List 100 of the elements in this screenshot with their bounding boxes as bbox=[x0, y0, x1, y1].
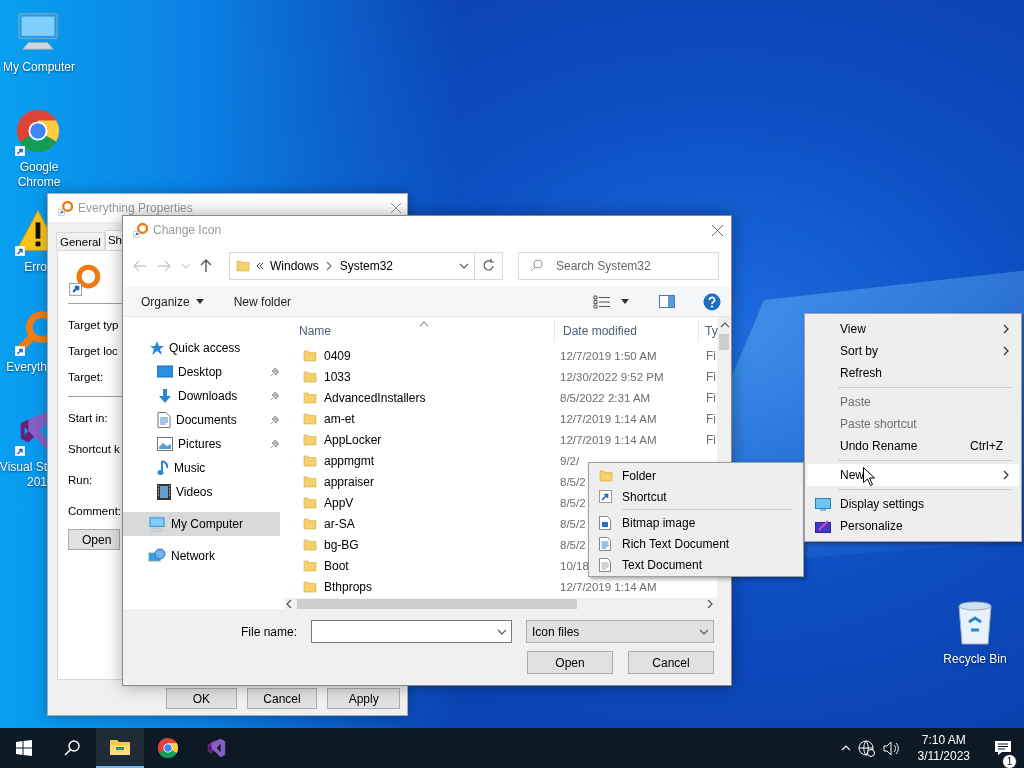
document-icon bbox=[157, 412, 171, 428]
view-options-icon[interactable] bbox=[593, 294, 611, 309]
folder-icon bbox=[599, 468, 613, 483]
app-icon bbox=[133, 222, 149, 238]
close-icon[interactable] bbox=[391, 203, 401, 213]
tab[interactable]: General bbox=[56, 232, 105, 250]
horizontal-scrollbar[interactable] bbox=[285, 598, 731, 609]
shortcut-icon bbox=[599, 490, 612, 503]
search-field[interactable]: Search System32 bbox=[518, 251, 719, 280]
clock[interactable]: 7:10 AM 3/11/2023 bbox=[917, 732, 970, 764]
address-bar[interactable]: Windows System32 bbox=[229, 251, 475, 280]
breadcrumb[interactable]: System32 bbox=[339, 258, 394, 273]
menu-item[interactable]: Shortcut bbox=[591, 486, 801, 507]
file-name[interactable]: 1033 bbox=[324, 369, 351, 384]
music-note-icon bbox=[157, 460, 169, 476]
file-name[interactable]: AdvancedInstallers bbox=[324, 390, 426, 405]
scroll-thumb[interactable] bbox=[719, 334, 729, 350]
field-label: Shortcut k bbox=[68, 442, 120, 457]
organize-menu[interactable]: Organize bbox=[141, 294, 204, 309]
menu-item[interactable]: Personalize bbox=[807, 515, 1019, 537]
menu-item[interactable]: Undo Rename Ctrl+Z bbox=[807, 435, 1019, 457]
dialog-button[interactable]: Cancel bbox=[246, 688, 318, 709]
column-header[interactable]: Name bbox=[291, 320, 554, 342]
file-name[interactable]: ar-SA bbox=[324, 516, 355, 531]
preview-pane-icon[interactable] bbox=[659, 295, 675, 308]
menu-item[interactable]: Rich Text Document bbox=[591, 533, 801, 554]
date-cell: 8/5/2022 2:31 AM bbox=[560, 391, 651, 404]
file-name[interactable]: 0409 bbox=[324, 348, 351, 363]
nav-item[interactable]: Desktop bbox=[123, 360, 280, 384]
dialog-button[interactable]: OK bbox=[166, 688, 237, 709]
icon-label: Recycle Bin bbox=[943, 652, 1007, 666]
caret-icon[interactable] bbox=[621, 299, 629, 304]
menu-item[interactable]: Refresh bbox=[807, 362, 1019, 384]
file-name[interactable]: AppV bbox=[324, 495, 354, 510]
folder-icon bbox=[303, 495, 317, 510]
window-title: Change Icon bbox=[153, 223, 223, 237]
folder-icon bbox=[109, 738, 131, 756]
field-label: Start in: bbox=[68, 411, 108, 426]
file-name[interactable]: Bthprops bbox=[324, 579, 373, 594]
icon-label: Visual St bbox=[0, 460, 47, 475]
pin-icon bbox=[270, 439, 280, 449]
new-folder-button[interactable]: New folder bbox=[233, 294, 292, 309]
file-name[interactable]: am-et bbox=[324, 411, 355, 426]
nav-item[interactable]: Videos bbox=[123, 480, 280, 504]
folder-icon bbox=[303, 411, 317, 426]
file-name[interactable]: bg-BG bbox=[324, 537, 359, 552]
date-cell: 8/5/2 bbox=[560, 475, 586, 488]
file-name[interactable]: AppLocker bbox=[324, 432, 382, 447]
file-type-dropdown[interactable]: Icon files bbox=[526, 620, 714, 643]
nav-item[interactable]: Pictures bbox=[123, 432, 280, 456]
chevron-right-icon bbox=[1002, 324, 1011, 334]
refresh-icon[interactable] bbox=[482, 259, 495, 272]
scroll-thumb[interactable] bbox=[297, 598, 577, 609]
nav-item[interactable]: Music bbox=[123, 456, 280, 480]
folder-icon bbox=[303, 453, 317, 468]
network-icon bbox=[148, 548, 166, 564]
mouse-pointer-icon bbox=[863, 467, 875, 486]
nav-item[interactable]: Downloads bbox=[123, 384, 280, 408]
close-icon[interactable] bbox=[712, 224, 723, 236]
dialog-button[interactable]: Cancel bbox=[628, 651, 714, 674]
file-name[interactable]: appraiser bbox=[324, 474, 375, 489]
help-icon[interactable] bbox=[703, 292, 721, 311]
show-hidden-icons-icon[interactable] bbox=[840, 743, 850, 753]
nav-item[interactable]: Network bbox=[123, 544, 280, 568]
file-name-field[interactable] bbox=[311, 620, 512, 643]
menu-item[interactable]: Text Document bbox=[591, 554, 801, 575]
file-name[interactable]: Boot bbox=[324, 558, 349, 573]
nav-item[interactable]: Quick access bbox=[123, 336, 280, 360]
column-header[interactable]: Date modified bbox=[554, 320, 698, 342]
breadcrumb[interactable]: Windows bbox=[270, 258, 319, 273]
speaker-icon[interactable] bbox=[882, 740, 900, 756]
taskbar-app[interactable] bbox=[96, 728, 144, 768]
menu-item[interactable]: View bbox=[807, 318, 1019, 340]
open-button[interactable]: Open bbox=[68, 529, 120, 550]
field-label: Target typ bbox=[68, 318, 119, 333]
dialog-button[interactable]: Apply bbox=[327, 688, 400, 709]
chrome-icon bbox=[157, 737, 179, 759]
menu-item[interactable]: Folder bbox=[591, 465, 801, 486]
up-arrow-icon[interactable] bbox=[200, 258, 212, 273]
shortcut-arrow-icon bbox=[15, 246, 25, 256]
menu-item[interactable]: Display settings bbox=[807, 493, 1019, 515]
nav-item[interactable]: My Computer bbox=[123, 512, 280, 536]
type-cell: Fi bbox=[706, 411, 716, 426]
menu-item[interactable]: Bitmap image bbox=[591, 512, 801, 533]
menu-item[interactable]: Sort by bbox=[807, 340, 1019, 362]
icon-label: Chrome bbox=[17, 175, 61, 190]
file-name[interactable]: appmgmt bbox=[324, 453, 375, 468]
date-cell: 9/2/ bbox=[560, 454, 580, 467]
ring-icon bbox=[68, 263, 102, 297]
icon-label: My Computer bbox=[3, 60, 75, 75]
globe-icon[interactable] bbox=[857, 739, 875, 757]
menu-item[interactable]: New bbox=[807, 464, 1019, 486]
date-cell: 8/5/2 bbox=[560, 517, 586, 530]
scroll-left-icon bbox=[285, 598, 294, 609]
notifications-icon[interactable] bbox=[994, 740, 1012, 756]
folder-icon bbox=[303, 348, 317, 363]
type-cell: Fi bbox=[706, 432, 716, 447]
nav-item[interactable]: Documents bbox=[123, 408, 280, 432]
document-icon bbox=[599, 536, 611, 551]
dialog-button[interactable]: Open bbox=[527, 651, 613, 674]
